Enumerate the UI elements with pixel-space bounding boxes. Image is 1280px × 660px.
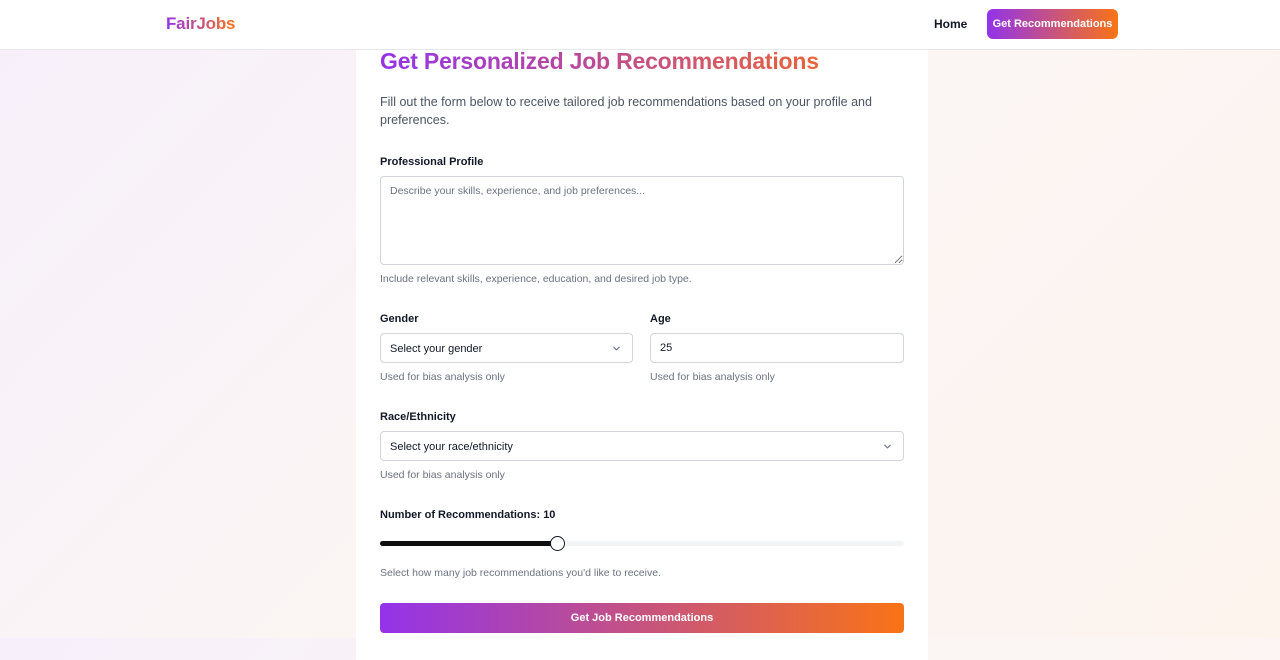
recommendations-count-value: 10 [543,509,556,521]
recommendations-hint: Select how many job recommendations you'… [380,567,661,579]
professional-profile-label: Professional Profile [380,156,484,168]
page-title: Get Personalized Job Recommendations [380,48,819,74]
gender-select[interactable]: Select your gender [380,333,633,363]
nav-home-link[interactable]: Home [934,17,967,31]
recommendations-slider[interactable] [380,536,904,551]
professional-profile-textarea[interactable] [380,176,904,265]
top-navbar: FairJobs Home Get Recommendations [0,0,1280,50]
race-ethnicity-select[interactable]: Select your race/ethnicity [380,431,904,461]
gender-label: Gender [380,313,419,325]
age-label: Age [650,313,671,325]
race-ethnicity-hint: Used for bias analysis only [380,469,505,481]
recommendations-count-label-text: Number of Recommendations: [380,509,544,521]
race-ethnicity-label: Race/Ethnicity [380,411,456,423]
page-subtitle: Fill out the form below to receive tailo… [380,95,872,127]
gender-hint: Used for bias analysis only [380,371,505,383]
gender-select-value: Select your gender [390,343,483,355]
professional-profile-hint: Include relevant skills, experience, edu… [380,273,692,285]
age-hint: Used for bias analysis only [650,371,775,383]
get-job-recommendations-button[interactable]: Get Job Recommendations [380,603,904,633]
race-ethnicity-select-value: Select your race/ethnicity [390,441,513,453]
chevron-down-icon [884,444,891,449]
chevron-down-icon [613,346,620,351]
recommendations-count-label: Number of Recommendations: 10 [380,509,555,521]
brand-logo[interactable]: FairJobs [166,14,235,34]
nav-get-recommendations-button[interactable]: Get Recommendations [987,9,1118,39]
age-input[interactable] [650,333,904,363]
slider-fill [380,541,558,546]
